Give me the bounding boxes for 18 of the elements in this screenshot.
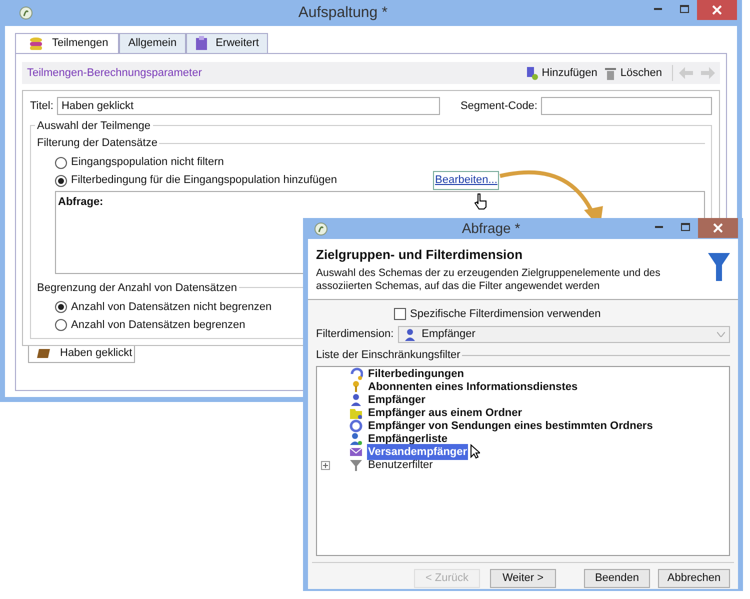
section-title: Filterung der Datensätze bbox=[37, 136, 158, 151]
section-title: Liste der Einschränkungsfilter bbox=[316, 348, 460, 363]
dialog-heading: Zielgruppen- und Filterdimension bbox=[316, 246, 524, 264]
window-title: Aufspaltung * bbox=[298, 2, 388, 23]
radio-label: Filterbedingung für die Eingangspopulation hinzufügen bbox=[71, 173, 338, 188]
checkbox-label: Spezifische Filterdimension verwenden bbox=[410, 306, 601, 322]
radio-label: Anzahl von Datensätzen nicht begrenzen bbox=[71, 300, 272, 315]
query-label: Abfrage: bbox=[58, 196, 104, 208]
radio-label: Anzahl von Datensätzen begrenzen bbox=[71, 318, 246, 333]
radio-label: Eingangspopulation nicht filtern bbox=[71, 155, 224, 170]
group-title: Auswahl der Teilmenge bbox=[35, 118, 153, 134]
field-label: Filterdimension: bbox=[316, 327, 394, 342]
dialog-title: Abfrage * bbox=[462, 219, 520, 238]
field-label: Segment-Code: bbox=[460, 98, 538, 114]
field-label: Titel: bbox=[30, 98, 54, 114]
section-title: Teilmengen-Berechnungsparameter bbox=[27, 66, 202, 81]
section-title: Begrenzung der Anzahl von Datensätzen bbox=[37, 280, 237, 296]
dialog-description: Auswahl des Schemas der zu erzeugenden Zielgruppenelemente und des assoziierten Schemas, auf das die Filter angewendet werden bbox=[316, 266, 662, 292]
